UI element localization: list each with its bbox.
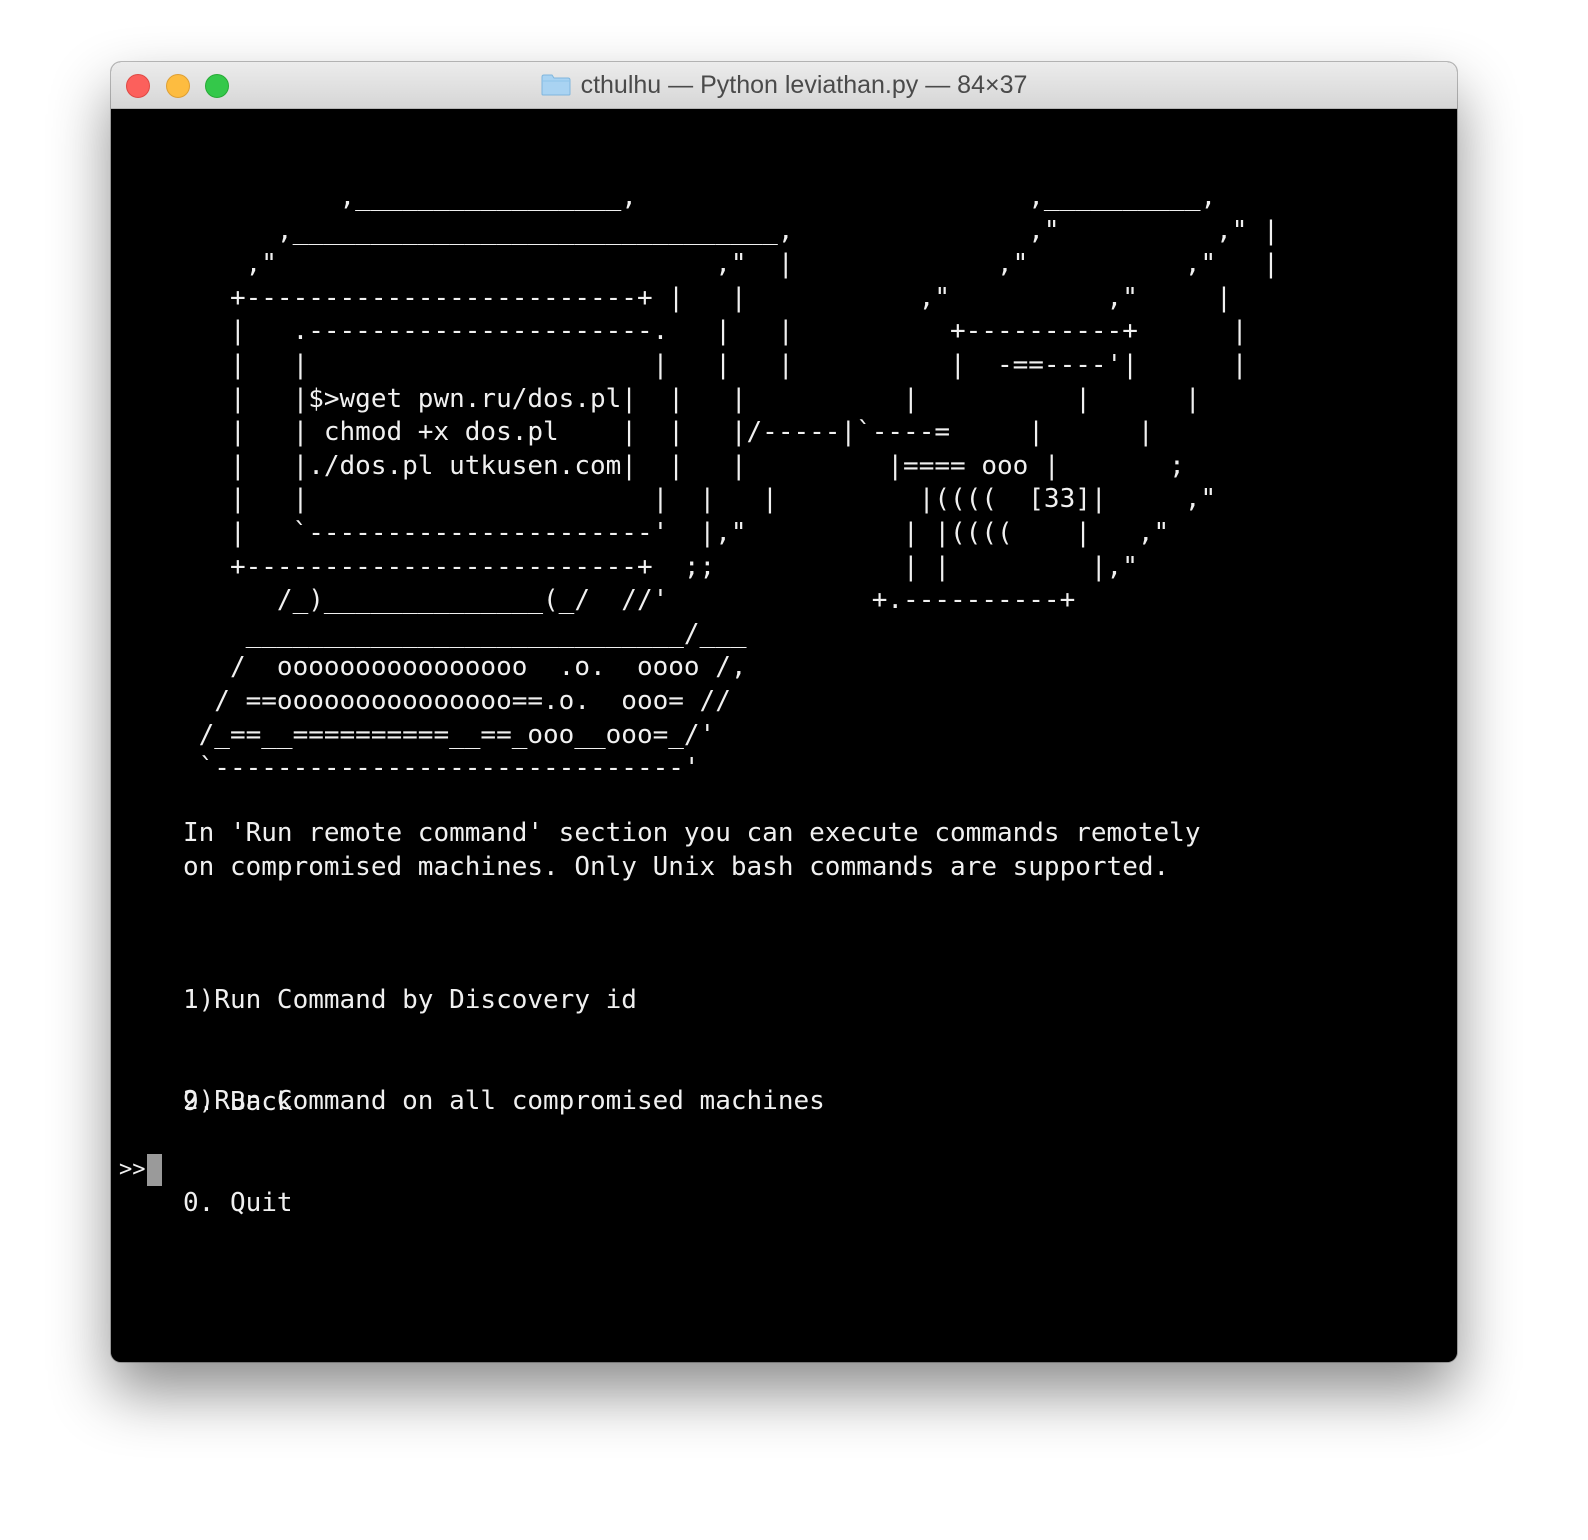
menu-option-back: 9. Back — [183, 1087, 293, 1118]
command-prompt[interactable]: >> — [119, 1153, 162, 1186]
folder-icon — [541, 74, 571, 96]
title-bar[interactable]: cthulhu — Python leviathan.py — 84×37 — [111, 62, 1457, 109]
terminal-window: cthulhu — Python leviathan.py — 84×37 ,_… — [111, 62, 1457, 1362]
text-cursor — [146, 1153, 162, 1186]
ascii-art-banner: ,_________________, ,__________, ,______… — [198, 182, 1279, 784]
window-title: cthulhu — Python leviathan.py — 84×37 — [580, 70, 1028, 99]
prompt-symbol: >> — [119, 1157, 146, 1182]
menu-option-quit: 0. Quit — [183, 1187, 293, 1218]
window-title-container: cthulhu — Python leviathan.py — 84×37 — [111, 62, 1457, 108]
section-description: In 'Run remote command' section you can … — [183, 818, 1201, 882]
navigation-menu: 9. Back 0. Quit — [183, 1019, 293, 1288]
menu-option-run-by-id: 1)Run Command by Discovery id — [183, 985, 637, 1016]
terminal-content[interactable]: ,_________________, ,__________, ,______… — [111, 109, 1457, 1362]
